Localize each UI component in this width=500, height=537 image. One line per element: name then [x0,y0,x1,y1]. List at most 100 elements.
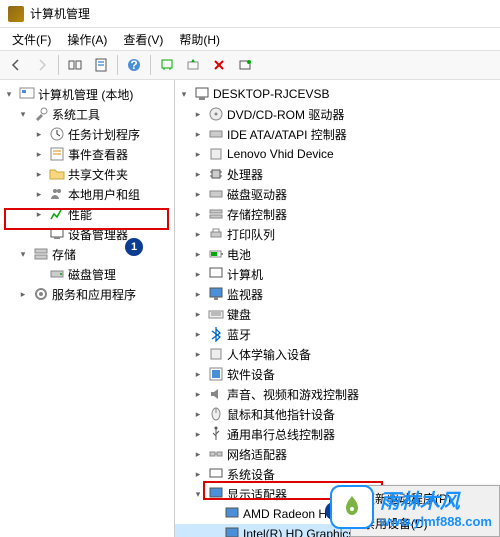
menu-bar: 文件(F) 操作(A) 查看(V) 帮助(H) [0,28,500,50]
tree-label: DESKTOP-RJCEVSB [213,87,329,101]
expander-icon[interactable]: ▸ [191,287,205,301]
expander-icon[interactable]: ▸ [191,387,205,401]
device-root[interactable]: ▾ DESKTOP-RJCEVSB [175,84,500,104]
expander-icon[interactable]: ▸ [191,467,205,481]
tree-label: 鼠标和其他指针设备 [227,406,335,423]
expander-icon[interactable]: ▸ [191,187,205,201]
expander-icon[interactable]: ▾ [16,107,30,121]
device-audio[interactable]: ▸声音、视频和游戏控制器 [175,384,500,404]
help-button[interactable]: ? [122,53,146,77]
expander-icon[interactable]: ▸ [32,147,46,161]
computer-icon [194,86,210,102]
device-dvd[interactable]: ▸ DVD/CD-ROM 驱动器 [175,104,500,124]
device-keyboards[interactable]: ▸键盘 [175,304,500,324]
back-button[interactable] [4,53,28,77]
device-mgr-icon [49,226,65,242]
expander-icon[interactable]: ▸ [191,227,205,241]
refresh-button[interactable] [233,53,257,77]
services-icon [33,286,49,302]
device-lenovo[interactable]: ▸Lenovo Vhid Device [175,144,500,164]
expander-icon[interactable]: ▸ [191,307,205,321]
device-system-dev[interactable]: ▸系统设备 [175,464,500,484]
device-processors[interactable]: ▸处理器 [175,164,500,184]
show-hide-button[interactable] [63,53,87,77]
tree-label: 性能 [68,206,92,223]
keyboard-icon [208,306,224,322]
expander-icon[interactable]: ▸ [191,167,205,181]
tree-services[interactable]: ▸服务和应用程序 [0,284,174,304]
menu-file[interactable]: 文件(F) [4,29,59,50]
expander-icon[interactable]: ▾ [177,87,191,101]
uninstall-button[interactable] [207,53,231,77]
expander-icon[interactable]: ▾ [2,87,16,101]
computer-icon [208,266,224,282]
tree-event-viewer[interactable]: ▸ 事件查看器 [0,144,174,164]
tree-label: 人体学输入设备 [227,346,311,363]
expander-icon[interactable]: ▸ [191,367,205,381]
display-icon [208,486,224,502]
tree-performance[interactable]: ▸ 性能 [0,204,174,224]
device-print-queues[interactable]: ▸打印队列 [175,224,500,244]
expander-icon[interactable]: ▸ [191,407,205,421]
tree-label: 显示适配器 [227,486,287,503]
tree-label: 事件查看器 [68,146,128,163]
device-hid[interactable]: ▸ 人体学输入设备 [175,344,500,364]
expander-icon[interactable]: ▾ [191,487,205,501]
event-icon [49,146,65,162]
device-computer[interactable]: ▸计算机 [175,264,500,284]
tree-system-tools[interactable]: ▾ 系统工具 [0,104,174,124]
menu-help[interactable]: 帮助(H) [171,29,228,50]
device-usb[interactable]: ▸通用串行总线控制器 [175,424,500,444]
scan-button[interactable] [155,53,179,77]
tree-disk-mgmt[interactable]: ▸磁盘管理 [0,264,174,284]
device-batteries[interactable]: ▸电池 [175,244,500,264]
gpu-icon [224,526,240,537]
expander-icon[interactable]: ▸ [191,327,205,341]
device-disk-drives[interactable]: ▸磁盘驱动器 [175,184,500,204]
device-storage-ctrl[interactable]: ▸存储控制器 [175,204,500,224]
expander-icon[interactable]: ▸ [32,207,46,221]
device-bluetooth[interactable]: ▸蓝牙 [175,324,500,344]
expander-icon[interactable]: ▸ [191,247,205,261]
expander-icon[interactable]: ▸ [191,147,205,161]
tree-shared-folders[interactable]: ▸共享文件夹 [0,164,174,184]
tree-local-users[interactable]: ▸本地用户和组 [0,184,174,204]
device-ide[interactable]: ▸IDE ATA/ATAPI 控制器 [175,124,500,144]
tree-label: 磁盘管理 [68,266,116,283]
update-driver-button[interactable] [181,53,205,77]
tree-label: 设备管理器 [68,226,128,243]
dvd-icon [208,106,224,122]
tree-root-computer-mgmt[interactable]: ▾计算机管理 (本地) [0,84,174,104]
expander-icon[interactable]: ▸ [191,427,205,441]
tree-storage[interactable]: ▾存储 [0,244,174,264]
tree-label: 系统工具 [52,106,100,123]
forward-button[interactable] [30,53,54,77]
expander-icon[interactable]: ▸ [32,127,46,141]
tree-label: DVD/CD-ROM 驱动器 [227,106,344,123]
expander-icon[interactable]: ▸ [32,167,46,181]
expander-icon[interactable]: ▸ [32,187,46,201]
expander-icon[interactable]: ▸ [16,287,30,301]
expander-icon[interactable]: ▸ [191,447,205,461]
device-mice[interactable]: ▸ 鼠标和其他指针设备 [175,404,500,424]
expander-icon[interactable]: ▸ [191,347,205,361]
expander-icon[interactable]: ▸ [191,207,205,221]
tree-task-scheduler[interactable]: ▸ 任务计划程序 [0,124,174,144]
menu-view[interactable]: 查看(V) [115,29,171,50]
expander-icon[interactable]: ▸ [191,267,205,281]
device-network[interactable]: ▸网络适配器 [175,444,500,464]
expander-icon[interactable]: ▸ [191,127,205,141]
tree-device-manager[interactable]: ▸设备管理器 [0,224,174,244]
device-sw-devices[interactable]: ▸软件设备 [175,364,500,384]
expander-icon[interactable]: ▾ [16,247,30,261]
toolbar: ? [0,50,500,80]
properties-button[interactable] [89,53,113,77]
tree-label: 任务计划程序 [68,126,140,143]
device-monitors[interactable]: ▸ 监视器 [175,284,500,304]
usb-icon [208,426,224,442]
expander-icon[interactable]: ▸ [191,107,205,121]
menu-action[interactable]: 操作(A) [59,29,115,50]
monitor-icon [208,286,224,302]
tree-label: 监视器 [227,286,263,303]
clock-icon [49,126,65,142]
